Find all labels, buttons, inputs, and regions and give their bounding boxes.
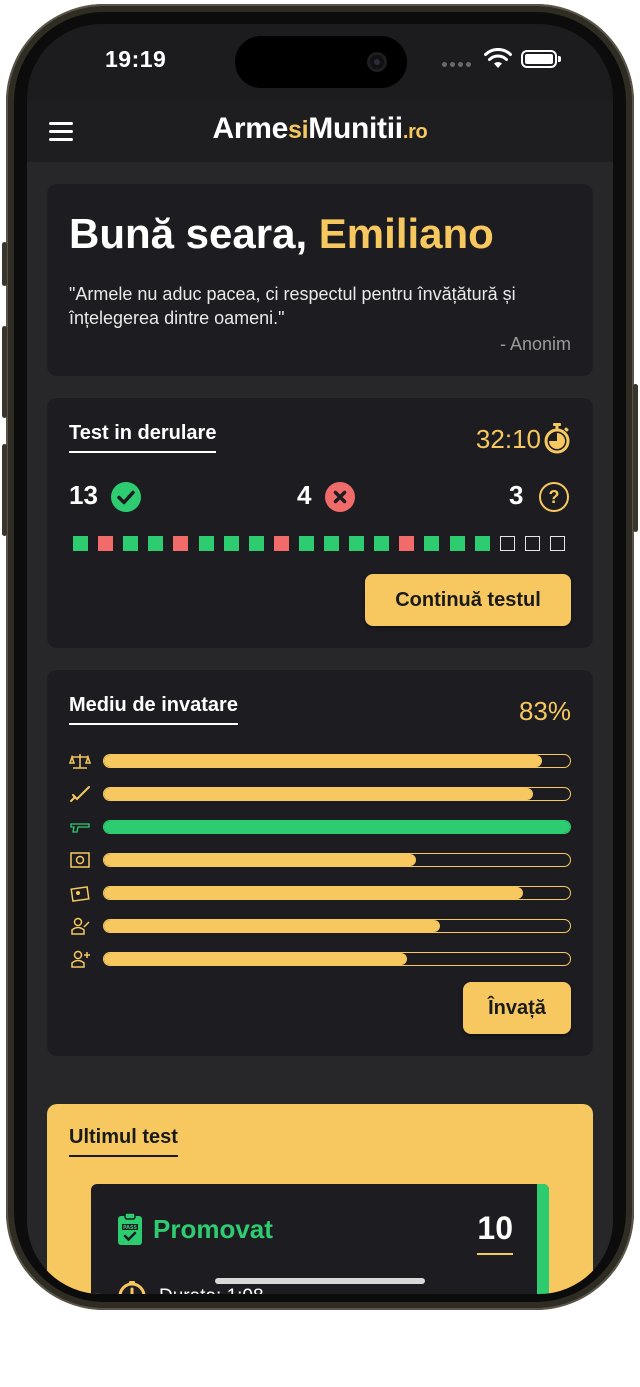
progress-track <box>103 853 571 867</box>
current-test-title: Test in derulare <box>69 422 217 453</box>
battery-icon <box>521 50 561 68</box>
answer-square-correct <box>123 536 139 551</box>
answer-square-unanswered <box>499 536 515 551</box>
answer-square-wrong <box>98 536 114 551</box>
topic-progress-row[interactable] <box>69 785 573 803</box>
answer-square-correct <box>324 536 339 551</box>
progress-fill <box>104 755 543 767</box>
answer-square-wrong <box>273 536 289 551</box>
topic-progress-row[interactable] <box>69 818 573 836</box>
progress-fill <box>104 854 417 866</box>
continue-test-button[interactable]: Continuă testul <box>365 574 571 626</box>
answer-square-correct <box>374 536 390 551</box>
home-indicator[interactable] <box>215 1278 425 1284</box>
quote-text: "Armele nu aduc pacea, ci respectul pent… <box>69 284 516 328</box>
topic-progress-row[interactable] <box>69 917 573 935</box>
progress-track <box>103 787 571 801</box>
progress-track <box>103 820 571 834</box>
progress-fill <box>104 953 407 965</box>
answer-square-correct <box>223 536 239 551</box>
app-header: ArmesiMunitii.ro <box>27 102 613 162</box>
answer-square-correct <box>298 536 314 551</box>
result-duration: Durata: 1:08 <box>159 1286 264 1294</box>
result-score: 10 <box>477 1210 513 1255</box>
answer-square-correct <box>148 536 164 551</box>
learning-card: Mediu de invatare 83% Învață <box>47 670 593 1056</box>
progress-fill <box>104 887 524 899</box>
progress-fill <box>104 788 533 800</box>
logo-arme: Arme <box>212 112 289 145</box>
answer-square-correct <box>424 536 440 551</box>
answer-square-wrong <box>173 536 189 551</box>
question-icon: ? <box>539 482 569 512</box>
greeting-card: Bună seara, Emiliano "Armele nu aduc pac… <box>47 184 593 376</box>
rifle-icon <box>70 786 90 802</box>
user-name: Emiliano <box>318 210 494 257</box>
greeting-heading: Bună seara, Emiliano <box>69 210 494 258</box>
logo-munitii: Munitii <box>308 112 403 145</box>
answer-square-unanswered <box>549 536 565 551</box>
progress-track <box>103 919 571 933</box>
topic-progress-row[interactable] <box>69 851 573 869</box>
scales-icon <box>69 754 91 769</box>
x-icon <box>325 482 355 512</box>
clipboard-pass-icon: PASS <box>118 1212 142 1245</box>
current-test-card: Test in derulare 32:10 13 4 3 ? Continuă… <box>47 398 593 648</box>
unanswered-count: 3 <box>509 480 524 510</box>
test-timer: 32:10 <box>475 424 541 454</box>
correct-count: 13 <box>69 480 98 510</box>
greeting-text: Bună seara, <box>69 210 319 257</box>
answer-square-correct <box>73 536 88 551</box>
main-content: Bună seara, Emiliano "Armele nu aduc pac… <box>27 162 613 1294</box>
progress-fill <box>104 920 440 932</box>
progress-track <box>103 952 571 966</box>
answer-square-correct <box>449 536 465 551</box>
topic-progress-row[interactable] <box>69 884 573 902</box>
answer-square-correct <box>198 536 214 551</box>
wrong-count: 4 <box>297 480 312 510</box>
topic-progress-row[interactable] <box>69 950 573 968</box>
status-bar: 19:19 <box>27 24 613 102</box>
progress-track <box>103 754 571 768</box>
app-screen: 19:19 ArmesiMunitii.ro Bună seara, Emili… <box>27 24 613 1294</box>
progress-track <box>103 886 571 900</box>
volume-up-button <box>2 326 7 418</box>
learn-button[interactable]: Învață <box>463 982 571 1034</box>
medic-icon <box>71 950 90 968</box>
progress-fill <box>104 821 570 833</box>
judge-icon <box>71 917 90 935</box>
answer-square-correct <box>349 536 365 551</box>
clock-icon <box>118 1281 146 1294</box>
last-test-title: Ultimul test <box>69 1126 178 1157</box>
learning-percent: 83% <box>518 696 571 726</box>
topic-progress-row[interactable] <box>69 752 573 770</box>
app-logo[interactable]: ArmesiMunitii.ro <box>27 112 613 146</box>
pass-status-bar <box>537 1184 549 1294</box>
safe-icon <box>70 852 90 868</box>
logo-si: si <box>288 116 309 144</box>
learning-title: Mediu de invatare <box>69 694 238 725</box>
status-time: 19:19 <box>105 46 167 72</box>
answer-square-wrong <box>399 536 415 551</box>
action-button <box>2 242 7 286</box>
last-test-card: Ultimul test PASS Promovat 10 Durata: <box>47 1104 593 1294</box>
answer-square-correct <box>248 536 264 551</box>
id-card-icon <box>70 886 90 902</box>
result-status: Promovat <box>153 1214 273 1244</box>
power-button <box>633 384 638 532</box>
dynamic-island <box>235 36 407 88</box>
answer-square-correct <box>474 536 490 551</box>
quote-author: - Anonim <box>499 334 571 354</box>
answer-square-unanswered <box>524 536 540 551</box>
stopwatch-icon <box>544 423 570 454</box>
logo-domain: .ro <box>402 121 428 143</box>
svg-text:PASS: PASS <box>123 1225 137 1231</box>
camera-lens-icon <box>367 52 387 72</box>
wifi-icon <box>484 48 512 68</box>
pistol-icon <box>70 823 90 833</box>
volume-down-button <box>2 444 7 536</box>
check-icon <box>111 482 141 512</box>
